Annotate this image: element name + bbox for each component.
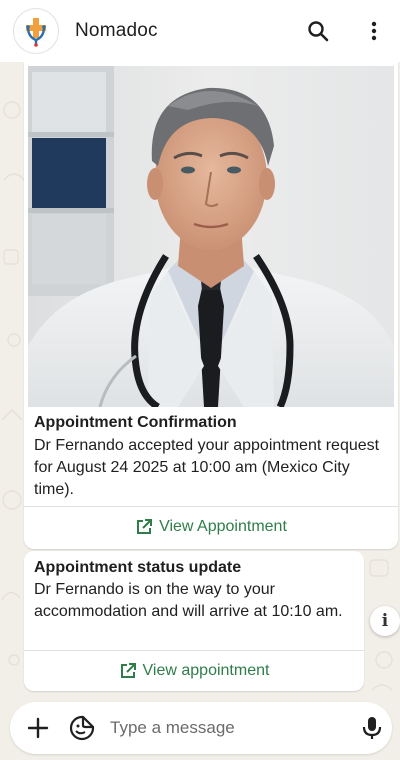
more-options-button[interactable] xyxy=(358,15,390,47)
app-header: Nomadoc xyxy=(0,0,400,62)
appointment-confirmation-message: Appointment Confirmation Dr Fernando acc… xyxy=(24,62,398,549)
message-text: Dr Fernando accepted your appointment re… xyxy=(34,437,380,498)
message-composer xyxy=(10,702,392,754)
plus-icon xyxy=(27,717,49,739)
search-icon xyxy=(308,21,329,42)
sticker-icon xyxy=(69,715,95,741)
voice-message-button[interactable] xyxy=(358,714,386,742)
info-icon: i xyxy=(381,611,389,631)
message-divider xyxy=(24,650,364,651)
app-title: Nomadoc xyxy=(75,20,158,41)
info-button[interactable]: i xyxy=(370,606,400,636)
sticker-button[interactable] xyxy=(68,714,96,742)
message-text: Dr Fernando is on the way to your accomm… xyxy=(34,581,343,620)
view-appointment-button[interactable]: View Appointment xyxy=(24,508,398,546)
message-input[interactable] xyxy=(110,712,346,744)
attach-button[interactable] xyxy=(24,714,52,742)
view-appointment-label: View Appointment xyxy=(159,518,287,535)
message-divider xyxy=(24,506,398,507)
doctor-photo[interactable] xyxy=(28,66,394,407)
open-external-icon xyxy=(137,519,153,534)
message-title: Appointment status update xyxy=(34,559,242,576)
search-button[interactable] xyxy=(302,15,334,47)
message-title: Appointment Confirmation xyxy=(34,414,237,431)
view-appointment-label: View appointment xyxy=(142,662,270,679)
more-vert-icon xyxy=(371,21,377,41)
view-appointment-button[interactable]: View appointment xyxy=(24,652,364,690)
mic-icon xyxy=(362,717,382,739)
appointment-status-update-message: Appointment status update Dr Fernando is… xyxy=(24,551,364,691)
open-external-icon xyxy=(120,663,136,678)
nomadoc-logo-icon xyxy=(13,8,59,54)
